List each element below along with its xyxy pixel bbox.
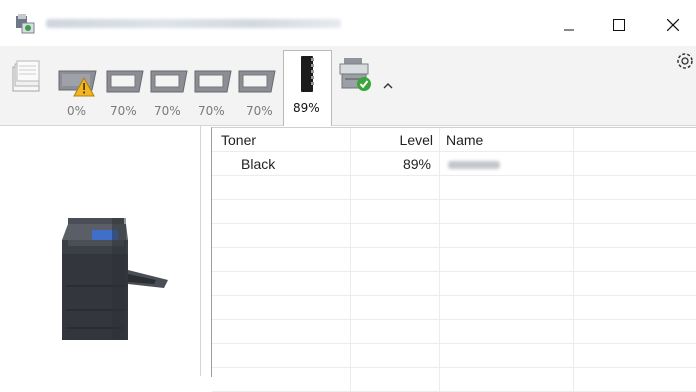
tab-black-toner[interactable]: 89% [283, 50, 332, 126]
toner-3-button[interactable] [148, 68, 190, 99]
paper-stack-icon [10, 58, 42, 94]
settings-gear-icon[interactable] [674, 50, 696, 72]
table-row [212, 296, 696, 320]
maximize-button[interactable] [596, 10, 642, 40]
title-bar [0, 0, 696, 46]
table-row [212, 248, 696, 272]
paper-stack-button[interactable] [10, 58, 42, 97]
column-header-level[interactable]: Level [351, 128, 440, 152]
device-status-button[interactable] [336, 54, 376, 97]
toner-2-button[interactable] [104, 68, 146, 99]
maximize-icon [613, 19, 625, 31]
column-header-empty [574, 128, 696, 152]
toner-3-level: 70% [154, 104, 181, 118]
toner-5-level: 70% [246, 104, 273, 118]
black-toner-icon [298, 55, 316, 93]
toner-cartridge-icon [56, 68, 100, 102]
cell-empty [574, 152, 696, 176]
toner-4-level: 70% [198, 104, 225, 118]
toner-cartridge-icon [192, 68, 234, 96]
table-row [212, 200, 696, 224]
toner-cartridge-icon [236, 68, 278, 96]
collapse-chevron-icon[interactable] [382, 81, 394, 91]
table-row [212, 344, 696, 368]
toner-5-button[interactable] [236, 68, 278, 99]
cell-toner: Black [212, 152, 351, 176]
close-icon [667, 19, 679, 31]
toner-1-level: 0% [67, 104, 86, 118]
table-row[interactable]: Black 89% [212, 152, 696, 176]
pane-splitter[interactable] [200, 126, 201, 376]
cell-name [440, 152, 574, 176]
device-ok-icon [336, 54, 376, 94]
toner-cartridge-icon [148, 68, 190, 96]
blurred-name [448, 161, 500, 169]
column-header-toner[interactable]: Toner [212, 128, 351, 152]
minimize-button[interactable] [546, 10, 592, 40]
app-icon [14, 13, 36, 35]
table-row [212, 320, 696, 344]
printer-image [52, 214, 172, 348]
toner-table: Toner Level Name Black 89% [211, 127, 696, 377]
table-header-row: Toner Level Name [212, 128, 696, 152]
column-header-name[interactable]: Name [440, 128, 574, 152]
status-toolbar: 0% 70% 70% 70% 70% [0, 46, 696, 126]
table-row [212, 272, 696, 296]
window-title [46, 19, 341, 28]
black-toner-level: 89% [293, 101, 320, 115]
close-button[interactable] [650, 10, 696, 40]
toner-cartridge-icon [104, 68, 146, 96]
table-row [212, 176, 696, 200]
toner-4-button[interactable] [192, 68, 234, 99]
table-row [212, 224, 696, 248]
toner-1-button[interactable] [56, 68, 100, 105]
table-row [212, 368, 696, 392]
cell-level: 89% [351, 152, 440, 176]
toner-2-level: 70% [110, 104, 137, 118]
minimize-icon [563, 19, 575, 31]
